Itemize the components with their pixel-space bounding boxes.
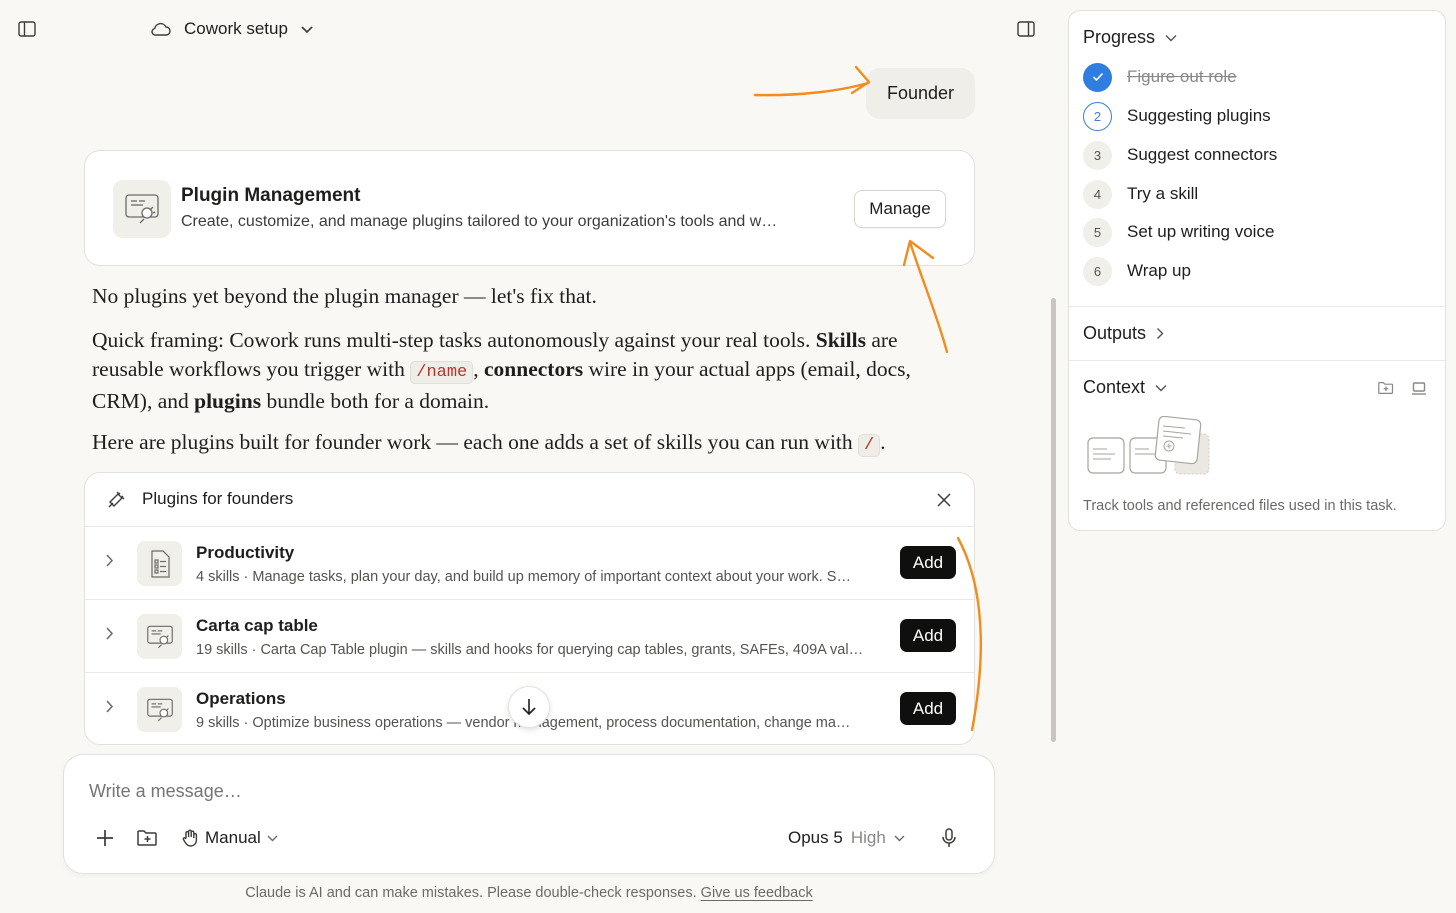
annotation-arrows xyxy=(753,65,983,732)
plus-icon xyxy=(97,830,113,846)
paragraph-text: , xyxy=(473,357,485,381)
inline-code-name: /name xyxy=(410,361,474,384)
chevron-down-icon xyxy=(1155,384,1167,391)
plugin-management-title: Plugin Management xyxy=(181,185,361,206)
chevron-down-icon xyxy=(267,835,278,841)
hand-icon xyxy=(182,829,198,847)
step-number: 6 xyxy=(1083,256,1112,286)
chevron-down-icon xyxy=(1165,34,1177,41)
mode-label: Manual xyxy=(205,828,261,847)
step-label: Suggest connectors xyxy=(1127,145,1278,164)
toggle-sidebar-button[interactable] xyxy=(14,16,40,42)
progress-step-4: 4 Try a skill xyxy=(1083,179,1198,209)
progress-title: Progress xyxy=(1083,27,1156,47)
divider xyxy=(1069,360,1447,361)
progress-section-toggle[interactable]: Progress xyxy=(1083,27,1177,48)
progress-step-6: 6 Wrap up xyxy=(1083,256,1191,286)
step-label: Set up writing voice xyxy=(1127,222,1275,241)
plug-icon xyxy=(108,491,125,508)
arrow-down-icon xyxy=(522,699,536,716)
conversation-title-dropdown[interactable]: Cowork setup xyxy=(150,14,314,44)
plugin-name: Operations xyxy=(196,689,286,708)
disclaimer-text: Claude is AI and can make mistakes. Plea… xyxy=(245,885,701,901)
progress-step-2: 2 Suggesting plugins xyxy=(1083,101,1271,131)
model-selector[interactable]: Opus 5 High xyxy=(788,825,905,851)
toggle-panel-button[interactable] xyxy=(1013,16,1039,42)
plugins-term: plugins xyxy=(194,389,262,413)
chat-scrollbar[interactable] xyxy=(1051,298,1056,742)
step-number: 3 xyxy=(1083,140,1112,170)
progress-step-3: 3 Suggest connectors xyxy=(1083,140,1277,170)
step-number: 5 xyxy=(1083,217,1112,247)
step-label: Try a skill xyxy=(1127,184,1199,203)
plugin-name: Carta cap table xyxy=(196,616,318,635)
message-composer: Manual Opus 5 High xyxy=(63,754,995,874)
operations-icon-tile xyxy=(137,687,182,732)
paragraph-text: Quick framing: Cowork runs multi-step ta… xyxy=(92,328,816,352)
disclaimer: Claude is AI and can make mistakes. Plea… xyxy=(0,885,1058,901)
context-device-button[interactable] xyxy=(1409,378,1429,398)
outputs-title: Outputs xyxy=(1083,323,1147,343)
checkmark-icon xyxy=(1083,62,1112,92)
step-label: Figure out role xyxy=(1127,67,1237,86)
chevron-right-icon xyxy=(1157,328,1164,339)
context-title: Context xyxy=(1083,377,1146,397)
step-number: 2 xyxy=(1083,101,1112,131)
plugin-list-title: Plugins for founders xyxy=(142,489,294,508)
folder-plus-icon xyxy=(1378,382,1394,394)
step-number: 4 xyxy=(1083,179,1112,209)
divider xyxy=(1069,306,1447,307)
add-context-folder-button[interactable] xyxy=(1376,378,1396,398)
feedback-link[interactable]: Give us feedback xyxy=(701,885,813,901)
microphone-icon xyxy=(942,828,956,847)
cloud-icon xyxy=(151,22,171,36)
chevron-down-icon xyxy=(894,835,905,841)
plugin-management-icon-tile xyxy=(113,180,171,238)
voice-input-button[interactable] xyxy=(936,825,962,851)
connectors-term: connectors xyxy=(484,357,584,381)
plugin-icon xyxy=(146,625,173,648)
productivity-icon-tile xyxy=(137,541,182,586)
chevron-right-icon xyxy=(106,700,114,713)
outputs-section-toggle[interactable]: Outputs xyxy=(1083,323,1164,344)
mode-selector[interactable]: Manual xyxy=(182,825,278,851)
folder-plus-icon xyxy=(136,830,157,846)
chevron-right-icon xyxy=(106,554,114,567)
panel-icon xyxy=(1017,21,1035,37)
model-name: Opus 5 xyxy=(788,828,843,847)
carta-icon-tile xyxy=(137,614,182,659)
step-label: Suggesting plugins xyxy=(1127,106,1271,125)
paragraph-text: bundle both for a domain. xyxy=(261,389,490,413)
scroll-to-bottom-button[interactable] xyxy=(508,686,550,728)
chevron-down-icon xyxy=(301,25,313,33)
add-folder-button[interactable] xyxy=(134,825,160,851)
context-files-illustration xyxy=(1087,416,1210,475)
conversation-title: Cowork setup xyxy=(184,19,288,38)
laptop-icon xyxy=(1412,381,1426,395)
progress-step-1: Figure out role xyxy=(1083,62,1237,92)
context-caption: Track tools and referenced files used in… xyxy=(1083,498,1397,514)
plugin-icon xyxy=(146,698,173,721)
step-label: Wrap up xyxy=(1127,261,1191,280)
task-side-panel: Progress Figure out role 2 Suggesting pl… xyxy=(1068,10,1447,531)
add-attachment-button[interactable] xyxy=(92,825,118,851)
chevron-right-icon xyxy=(106,627,114,640)
progress-step-5: 5 Set up writing voice xyxy=(1083,217,1274,247)
message-input[interactable] xyxy=(89,781,949,802)
sidebar-icon xyxy=(18,21,36,37)
checklist-icon xyxy=(150,549,170,578)
plugin-name: Productivity xyxy=(196,543,295,562)
context-section-toggle[interactable]: Context xyxy=(1083,377,1167,398)
effort-level: High xyxy=(850,828,886,847)
plugin-icon xyxy=(125,194,159,224)
